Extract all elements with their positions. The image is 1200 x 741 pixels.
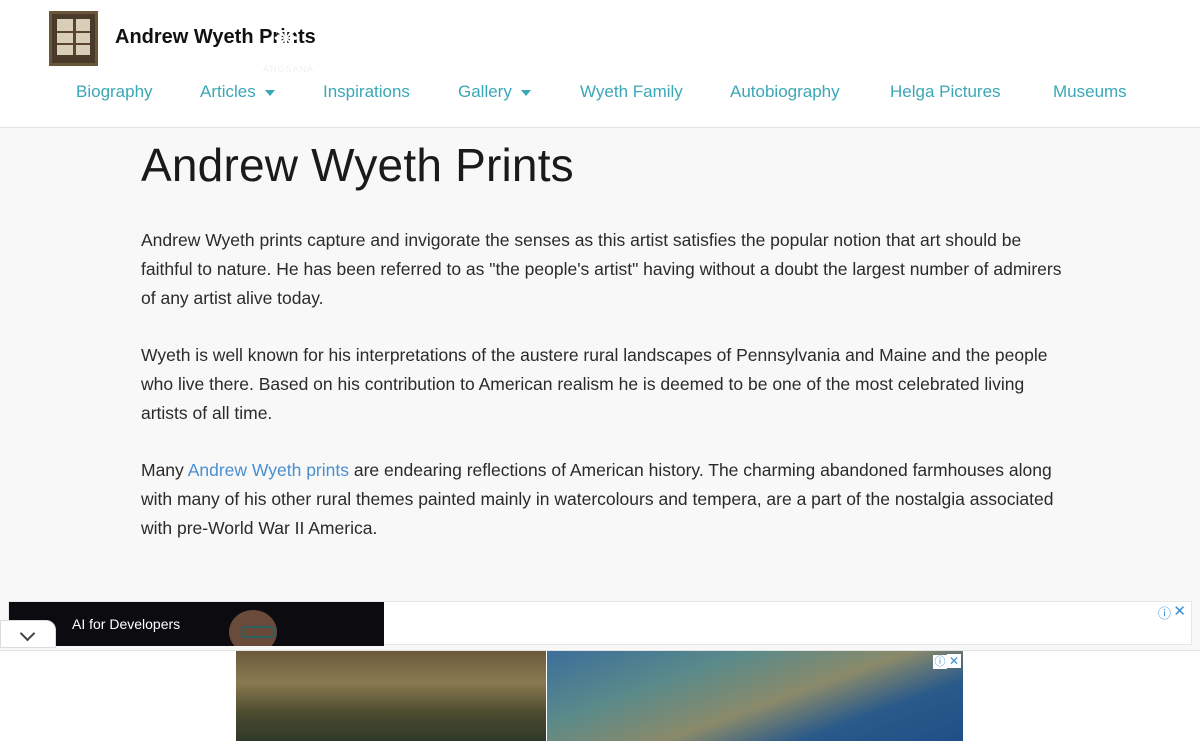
article-content: Andrew Wyeth Prints Andrew Wyeth prints … — [141, 138, 1066, 538]
site-logo[interactable] — [49, 11, 98, 66]
andrew-wyeth-prints-link[interactable]: Andrew Wyeth prints — [188, 460, 349, 480]
nav-item-inspirations[interactable]: Inspirations — [323, 82, 410, 102]
nav-item-autobiography[interactable]: Autobiography — [730, 82, 840, 102]
nav-item-label: Articles — [200, 82, 256, 101]
ad-creative[interactable]: AI for Developers — [9, 602, 384, 646]
nav-item-articles[interactable]: Articles — [200, 82, 275, 102]
site-header: Andrew Wyeth Prints Biography Articles I… — [0, 0, 1200, 128]
ad-info-icon[interactable]: ⓘ — [1158, 603, 1171, 622]
chevron-down-icon — [19, 625, 36, 642]
nav-item-helga-pictures[interactable]: Helga Pictures — [890, 82, 1001, 102]
paragraph-text: Many — [141, 460, 188, 480]
anchor-ad-controls: ⓘ ✕ — [933, 652, 961, 670]
page-title: Andrew Wyeth Prints — [141, 139, 574, 191]
main-nav: Biography Articles Inspirations Gallery … — [0, 82, 1200, 108]
ad-close-icon[interactable]: ✕ — [1173, 602, 1186, 620]
anchor-ad — [0, 650, 1200, 741]
ad-text: AI for Developers — [72, 616, 181, 632]
ad-glasses-image — [241, 626, 275, 638]
nav-item-museums[interactable]: Museums — [1053, 82, 1127, 102]
nav-item-label: Gallery — [458, 82, 512, 101]
ad-right-image[interactable] — [547, 651, 963, 741]
nav-item-gallery[interactable]: Gallery — [458, 82, 531, 102]
ad-brand-logo-icon: ❋ — [273, 23, 299, 56]
top-ad-banner[interactable]: AI for Developers ⓘ ✕ — [8, 601, 1192, 646]
ad-info-icon[interactable]: ⓘ — [933, 655, 947, 669]
ad-brand-name: ANGSANA — [263, 64, 315, 74]
paragraph-2: Wyeth is well known for his interpretati… — [141, 345, 1048, 423]
nav-item-wyeth-family[interactable]: Wyeth Family — [580, 82, 683, 102]
ad-close-icon[interactable]: ✕ — [947, 654, 961, 668]
paragraph-1: Andrew Wyeth prints capture and invigora… — [141, 230, 1062, 308]
caret-down-icon — [264, 89, 275, 96]
paragraph-3: Many Andrew Wyeth prints are endearing r… — [141, 456, 1066, 543]
ad-left-image[interactable] — [236, 651, 546, 741]
caret-down-icon — [520, 89, 531, 96]
ad-headline[interactable]: SAVE UP TO 35% — [339, 31, 535, 59]
collapse-ad-button[interactable] — [0, 620, 56, 648]
nav-item-biography[interactable]: Biography — [76, 82, 153, 102]
